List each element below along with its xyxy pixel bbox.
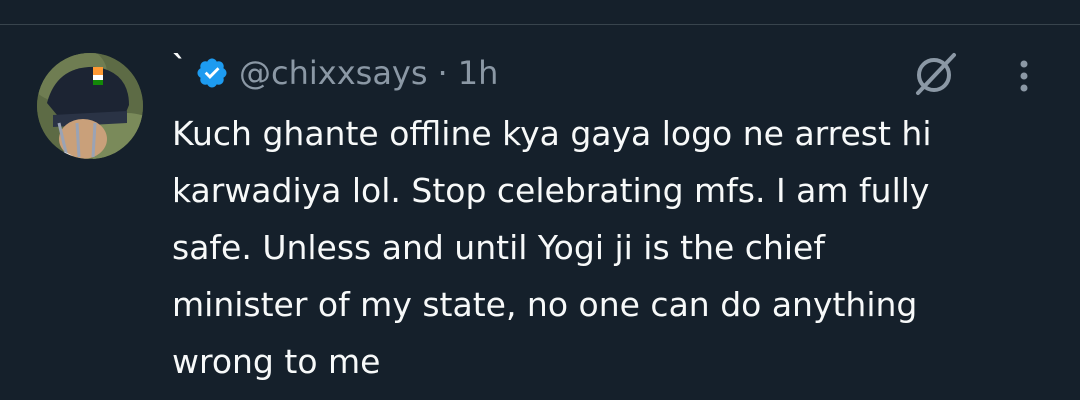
user-handle[interactable]: @chixxsays	[239, 54, 428, 92]
separator-dot: ·	[437, 54, 448, 92]
avatar-image	[37, 53, 143, 159]
tweet[interactable]: ` @chixxsays · 1h Kuch ghante offline ky…	[0, 25, 1080, 400]
grok-icon[interactable]	[910, 47, 962, 99]
avatar[interactable]	[37, 53, 143, 159]
more-options-icon[interactable]	[1010, 59, 1038, 93]
display-name[interactable]: `	[172, 50, 187, 85]
tweet-header: ` @chixxsays · 1h	[172, 50, 499, 95]
tweet-text: Kuch ghante offline kya gaya logo ne arr…	[172, 114, 932, 381]
verified-badge-icon[interactable]	[195, 56, 229, 90]
timestamp[interactable]: 1h	[458, 54, 499, 92]
